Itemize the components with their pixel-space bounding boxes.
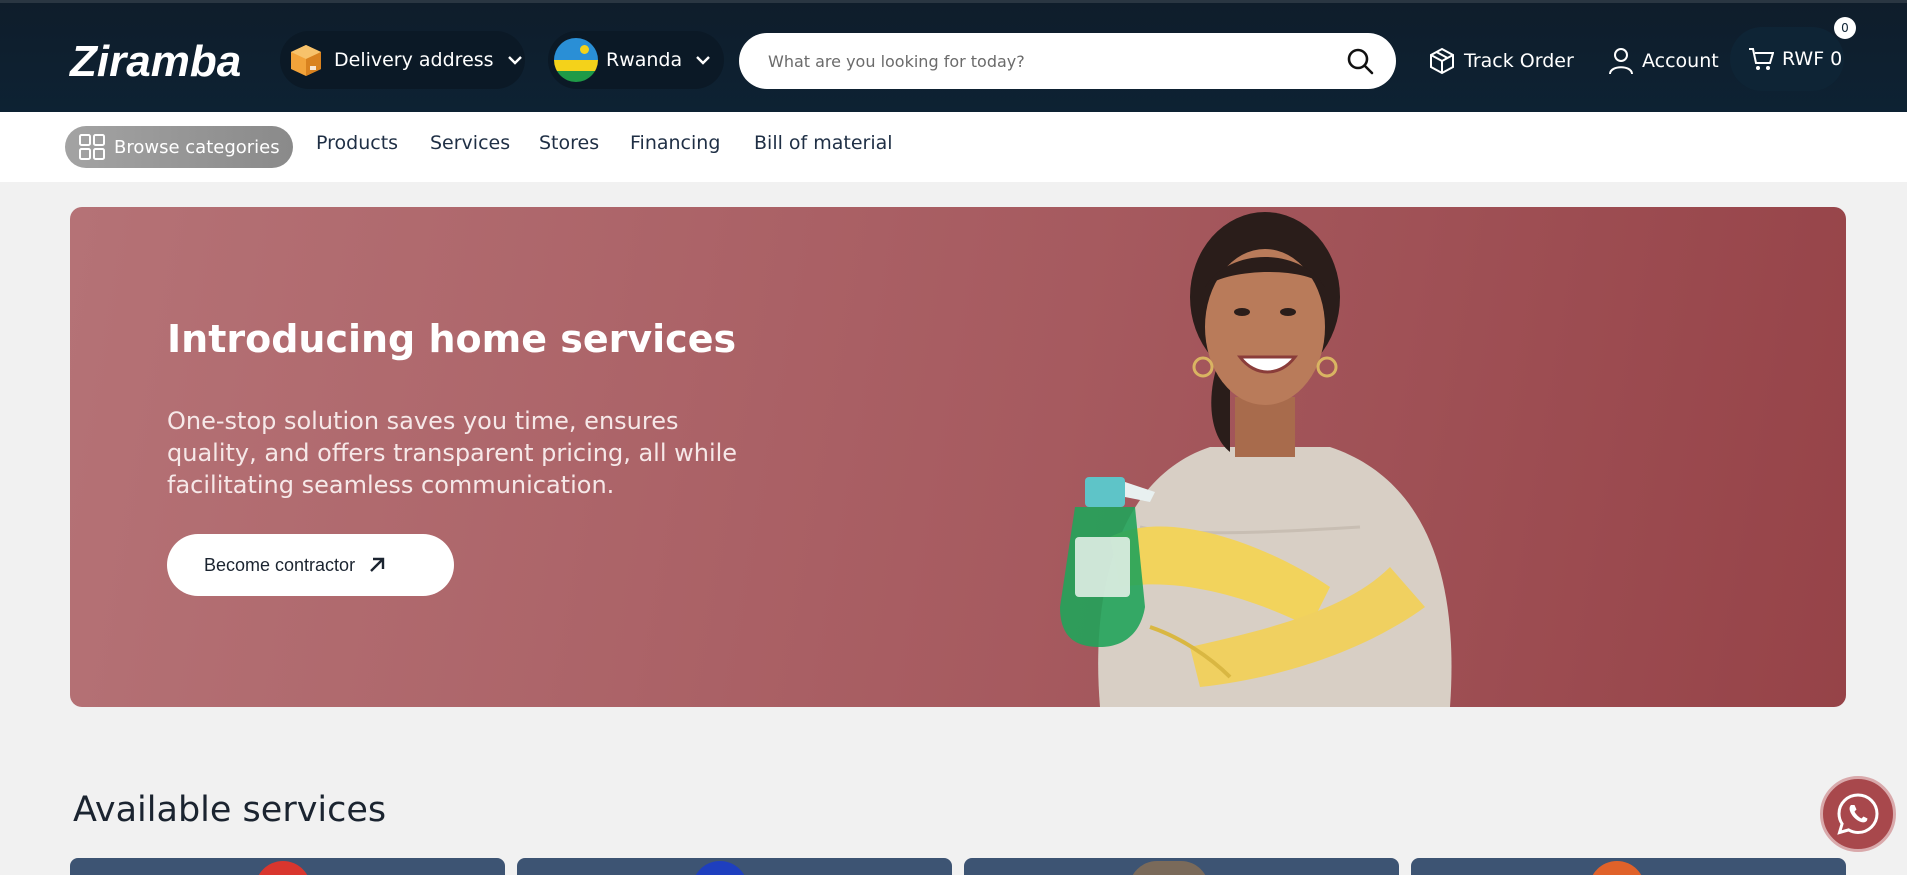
service-card[interactable] <box>70 858 505 875</box>
become-contractor-button[interactable]: Become contractor <box>167 534 454 596</box>
service-card[interactable] <box>1411 858 1846 875</box>
cart-count-badge: 0 <box>1834 17 1856 39</box>
package-icon <box>1430 47 1454 75</box>
browse-categories-label: Browse categories <box>114 136 280 158</box>
delivery-address-label: Delivery address <box>334 49 494 71</box>
logo[interactable]: Ziramba <box>70 37 241 87</box>
country-selector[interactable]: Rwanda <box>548 31 724 89</box>
search-input[interactable] <box>768 33 1328 89</box>
nav-products[interactable]: Products <box>316 132 398 154</box>
service-card-image <box>1589 861 1645 875</box>
nav-stores[interactable]: Stores <box>539 132 599 154</box>
delivery-address-button[interactable]: Delivery address <box>280 31 525 89</box>
cart-total: RWF 0 <box>1782 48 1843 70</box>
nav-financing[interactable]: Financing <box>630 132 720 154</box>
service-card-image <box>692 861 748 875</box>
cart-icon <box>1749 48 1774 70</box>
browse-categories-button[interactable]: Browse categories <box>65 126 293 168</box>
grid-icon <box>79 134 105 160</box>
hero-description: One-stop solution saves you time, ensure… <box>167 407 738 499</box>
user-icon <box>1609 48 1633 75</box>
service-card[interactable] <box>517 858 952 875</box>
become-contractor-label: Become contractor <box>204 554 356 575</box>
category-bar: Browse categories Products Services Stor… <box>0 112 1907 182</box>
track-order-link[interactable]: Track Order <box>1428 41 1574 81</box>
service-card-image <box>255 861 311 875</box>
nav-bill-of-material[interactable]: Bill of material <box>754 132 893 154</box>
search-bar <box>739 33 1396 89</box>
chevron-down-icon <box>696 56 710 65</box>
chevron-down-icon <box>507 56 522 65</box>
rwanda-flag-icon <box>554 38 598 82</box>
account-link[interactable]: Account <box>1608 41 1719 81</box>
service-card[interactable] <box>964 858 1399 875</box>
search-icon[interactable] <box>1346 47 1374 75</box>
track-order-label: Track Order <box>1464 50 1574 72</box>
country-label: Rwanda <box>606 49 683 71</box>
whatsapp-button[interactable] <box>1820 776 1896 852</box>
account-label: Account <box>1642 50 1719 72</box>
available-services-title: Available services <box>73 790 387 830</box>
arrow-up-right-icon <box>370 557 385 572</box>
box-icon <box>291 45 321 76</box>
nav-services[interactable]: Services <box>430 132 510 154</box>
cart-button[interactable]: RWF 0 <box>1730 27 1844 91</box>
hero-title: Introducing home services <box>167 317 737 361</box>
top-header: Ziramba Delivery address Rwanda What are… <box>0 0 1907 112</box>
hero-woman-image <box>1060 212 1452 707</box>
hero-banner: Introducing home services One-stop solut… <box>70 207 1846 707</box>
service-card-image <box>1129 861 1209 875</box>
whatsapp-icon <box>1837 793 1879 835</box>
